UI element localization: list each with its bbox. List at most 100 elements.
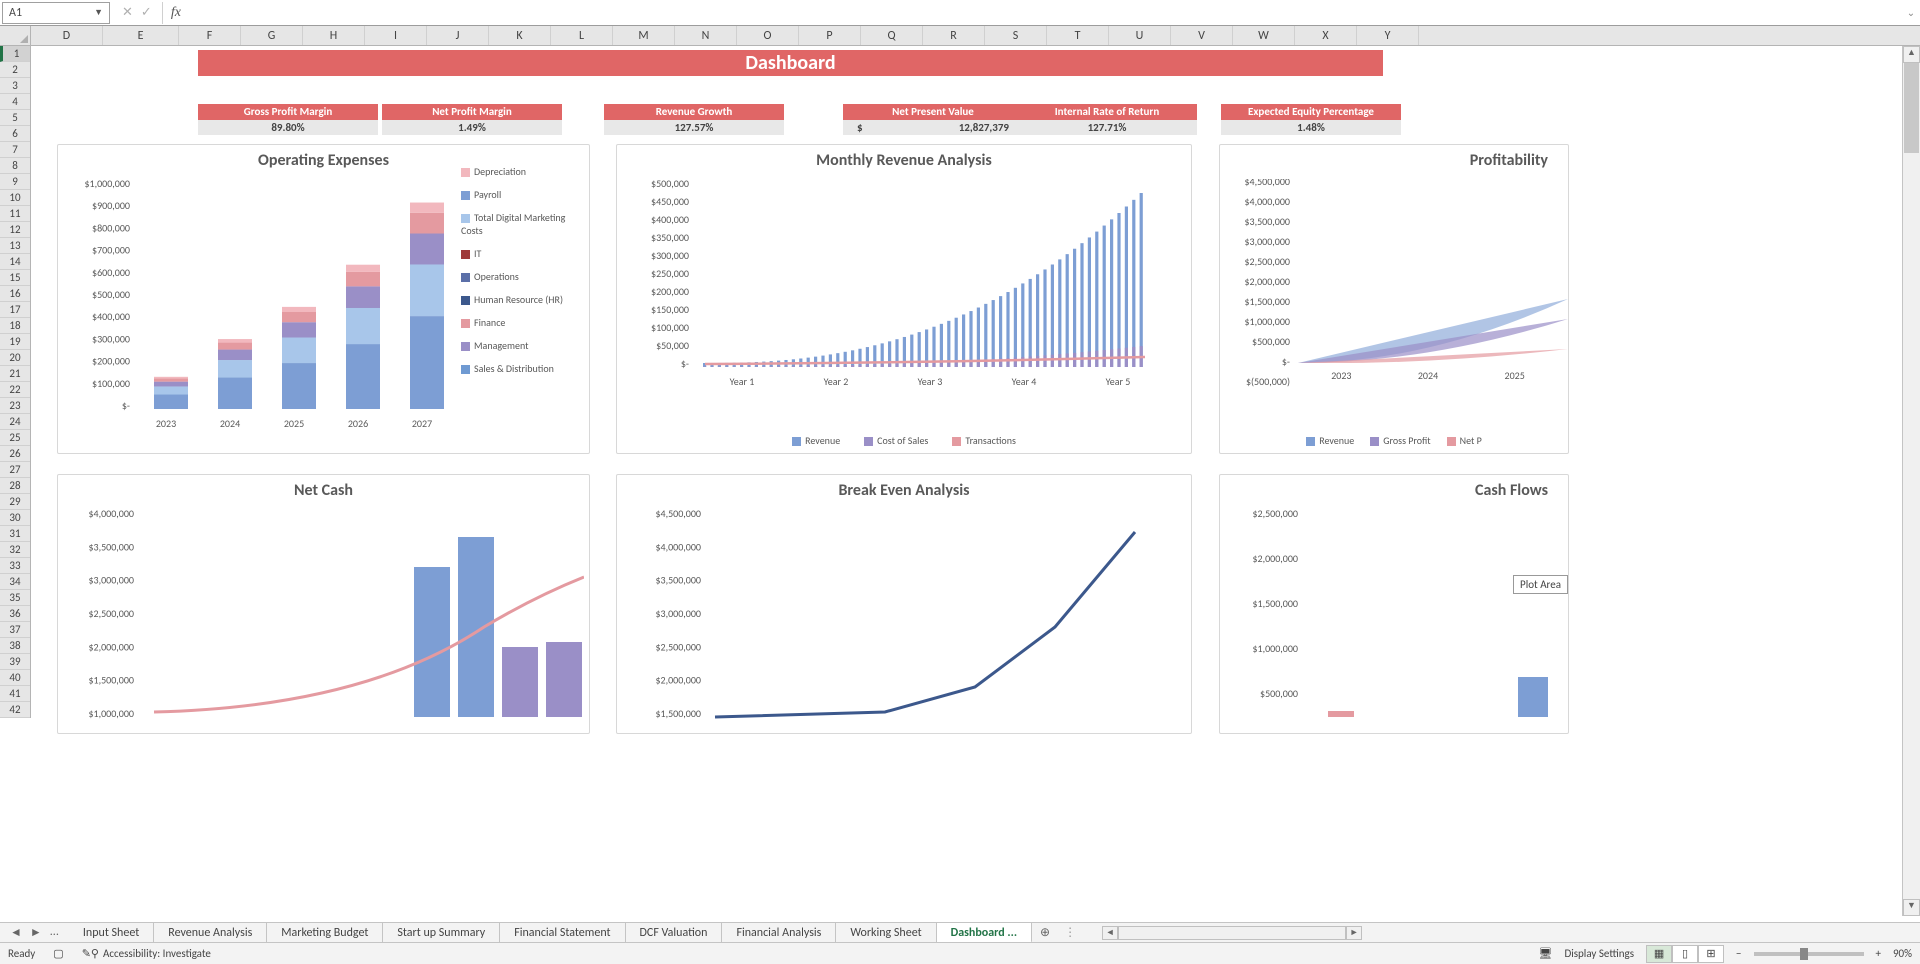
row-header[interactable]: 22	[0, 382, 30, 398]
row-header[interactable]: 16	[0, 286, 30, 302]
row-header[interactable]: 14	[0, 254, 30, 270]
row-header[interactable]: 32	[0, 542, 30, 558]
scroll-up-icon[interactable]: ▲	[1903, 46, 1920, 63]
row-header[interactable]: 11	[0, 206, 30, 222]
row-header[interactable]: 6	[0, 126, 30, 142]
chart-break-even[interactable]: Break Even Analysis $4,500,000$4,000,000…	[616, 474, 1192, 734]
row-header[interactable]: 40	[0, 670, 30, 686]
column-header[interactable]: T	[1047, 26, 1109, 45]
row-header[interactable]: 8	[0, 158, 30, 174]
row-header[interactable]: 15	[0, 270, 30, 286]
row-header[interactable]: 38	[0, 638, 30, 654]
zoom-slider[interactable]	[1754, 952, 1864, 956]
chevron-down-icon[interactable]: ▼	[94, 7, 103, 18]
macro-record-icon[interactable]: ▢	[53, 947, 63, 960]
row-header[interactable]: 12	[0, 222, 30, 238]
column-header[interactable]: R	[923, 26, 985, 45]
row-header[interactable]: 34	[0, 574, 30, 590]
sheet-tab[interactable]: DCF Valuation	[626, 923, 723, 943]
row-header[interactable]: 18	[0, 318, 30, 334]
sheet-tab[interactable]: Marketing Budget	[267, 923, 383, 943]
scroll-thumb[interactable]	[1904, 63, 1919, 153]
view-page-break-icon[interactable]: ⊞	[1698, 945, 1724, 963]
tab-more-icon[interactable]: ...	[50, 925, 59, 940]
row-header[interactable]: 37	[0, 622, 30, 638]
row-header[interactable]: 25	[0, 430, 30, 446]
scroll-right-icon[interactable]: ►	[1346, 926, 1362, 940]
row-header[interactable]: 29	[0, 494, 30, 510]
column-header[interactable]: J	[427, 26, 489, 45]
expand-formula-icon[interactable]: ⌄	[1902, 6, 1920, 19]
row-header[interactable]: 24	[0, 414, 30, 430]
column-header[interactable]: D	[31, 26, 103, 45]
vertical-scrollbar[interactable]: ▲ ▼	[1902, 46, 1920, 916]
row-header[interactable]: 28	[0, 478, 30, 494]
row-header[interactable]: 4	[0, 94, 30, 110]
accessibility-icon[interactable]: ✎⚲	[82, 947, 99, 960]
tab-first-icon[interactable]: ◄	[10, 925, 22, 940]
row-header[interactable]: 35	[0, 590, 30, 606]
select-all-corner[interactable]	[0, 26, 31, 45]
row-header[interactable]: 21	[0, 366, 30, 382]
column-header[interactable]: S	[985, 26, 1047, 45]
horizontal-scrollbar[interactable]: ◄ ►	[1102, 926, 1362, 940]
row-header[interactable]: 27	[0, 462, 30, 478]
view-page-layout-icon[interactable]: ▯	[1672, 945, 1698, 963]
display-settings-icon[interactable]: 🖥	[1538, 947, 1552, 960]
column-header[interactable]: L	[551, 26, 613, 45]
column-header[interactable]: H	[303, 26, 365, 45]
display-settings-label[interactable]: Display Settings	[1564, 947, 1634, 960]
sheet-tab[interactable]: Dashboard ...	[937, 923, 1032, 943]
tab-prev-icon[interactable]: ►	[30, 925, 42, 940]
row-header[interactable]: 13	[0, 238, 30, 254]
accessibility-status[interactable]: Accessibility: Investigate	[103, 947, 211, 960]
sheet-tab[interactable]: Working Sheet	[836, 923, 936, 943]
row-header[interactable]: 33	[0, 558, 30, 574]
row-header[interactable]: 2	[0, 62, 30, 78]
zoom-level[interactable]: 90%	[1893, 947, 1912, 960]
column-header[interactable]: Y	[1357, 26, 1419, 45]
column-header[interactable]: I	[365, 26, 427, 45]
view-normal-icon[interactable]: ▦	[1646, 945, 1672, 963]
row-header[interactable]: 17	[0, 302, 30, 318]
row-header[interactable]: 26	[0, 446, 30, 462]
row-header[interactable]: 20	[0, 350, 30, 366]
sheet-canvas[interactable]: Dashboard Gross Profit Margin89.80%Net P…	[31, 46, 1902, 936]
row-header[interactable]: 5	[0, 110, 30, 126]
zoom-out-icon[interactable]: −	[1736, 947, 1741, 960]
row-header[interactable]: 1	[0, 46, 30, 62]
column-header[interactable]: W	[1233, 26, 1295, 45]
add-sheet-icon[interactable]: ⊕	[1032, 925, 1058, 940]
column-header[interactable]: V	[1171, 26, 1233, 45]
column-header[interactable]: Q	[861, 26, 923, 45]
column-header[interactable]: N	[675, 26, 737, 45]
row-header[interactable]: 23	[0, 398, 30, 414]
fx-icon[interactable]: fx	[163, 5, 189, 21]
row-header[interactable]: 41	[0, 686, 30, 702]
row-header[interactable]: 10	[0, 190, 30, 206]
formula-input[interactable]	[189, 2, 1902, 24]
row-header[interactable]: 19	[0, 334, 30, 350]
chart-net-cash[interactable]: Net Cash $4,000,000$3,500,000$3,000,000$…	[57, 474, 590, 734]
name-box[interactable]: A1 ▼	[2, 2, 110, 24]
sheet-tab[interactable]: Financial Analysis	[722, 923, 836, 943]
scroll-left-icon[interactable]: ◄	[1102, 926, 1118, 940]
column-header[interactable]: X	[1295, 26, 1357, 45]
chart-profitability[interactable]: Profitability $4,500,000$4,000,000$3,500…	[1219, 144, 1569, 454]
column-header[interactable]: F	[179, 26, 241, 45]
row-header[interactable]: 30	[0, 510, 30, 526]
column-header[interactable]: M	[613, 26, 675, 45]
spreadsheet-grid[interactable]: 1234567891011121314151617181920212223242…	[0, 46, 1902, 936]
column-header[interactable]: E	[103, 26, 179, 45]
row-header[interactable]: 42	[0, 702, 30, 718]
sheet-tab[interactable]: Financial Statement	[500, 923, 625, 943]
chart-monthly-revenue[interactable]: Monthly Revenue Analysis $500,000$450,00…	[616, 144, 1192, 454]
row-header[interactable]: 3	[0, 78, 30, 94]
zoom-in-icon[interactable]: +	[1876, 947, 1881, 960]
column-header[interactable]: G	[241, 26, 303, 45]
chart-cash-flows[interactable]: Cash Flows $2,500,000$2,000,000$1,500,00…	[1219, 474, 1569, 734]
sheet-tab[interactable]: Start up Summary	[383, 923, 500, 943]
row-header[interactable]: 39	[0, 654, 30, 670]
column-header[interactable]: O	[737, 26, 799, 45]
column-header[interactable]: P	[799, 26, 861, 45]
